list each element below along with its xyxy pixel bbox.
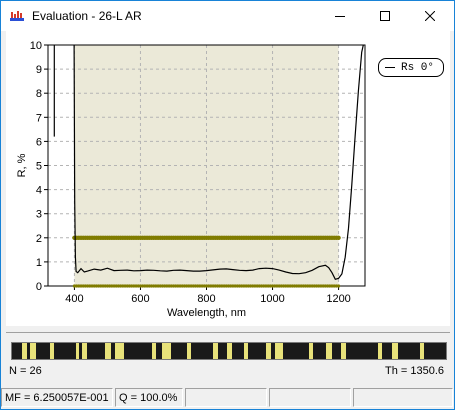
layer-block bbox=[313, 343, 326, 359]
window-title: Evaluation - 26-L AR bbox=[32, 9, 142, 23]
layer-block bbox=[398, 343, 420, 359]
x-tick-label: 600 bbox=[131, 293, 149, 305]
target-marker bbox=[336, 284, 341, 288]
design-structure-panel: N = 26 Th = 1350.6 bbox=[6, 332, 450, 382]
layer-block bbox=[30, 343, 36, 359]
evaluation-window: Evaluation - 26-L AR 400 600 800 1000 1200 0 1… bbox=[0, 0, 455, 410]
layer-block bbox=[346, 343, 378, 359]
status-cell-empty-1 bbox=[185, 388, 267, 407]
layer-block bbox=[27, 343, 30, 359]
x-tick-label: 800 bbox=[197, 293, 215, 305]
layer-block bbox=[191, 343, 213, 359]
layer-block bbox=[420, 343, 424, 359]
app-icon bbox=[9, 9, 25, 23]
target-line-0pct bbox=[72, 284, 341, 288]
layer-block bbox=[392, 343, 398, 359]
layer-block bbox=[115, 343, 124, 359]
layer-block bbox=[332, 343, 341, 359]
layer-block bbox=[87, 343, 105, 359]
layer-block bbox=[162, 343, 171, 359]
status-bar: MF = 6.250057E-001 Q = 100.0% bbox=[1, 388, 454, 409]
layer-block bbox=[111, 343, 115, 359]
layer-block bbox=[22, 343, 27, 359]
y-tick-label: 4 bbox=[36, 185, 42, 197]
y-tick-label: 10 bbox=[30, 40, 42, 52]
layer-block bbox=[244, 343, 248, 359]
layer-block bbox=[152, 343, 156, 359]
layer-block bbox=[213, 343, 218, 359]
layer-count: N = 26 bbox=[9, 365, 42, 377]
x-tick-label: 1200 bbox=[326, 293, 350, 305]
layer-block bbox=[171, 343, 187, 359]
layer-block bbox=[227, 343, 232, 359]
layer-block bbox=[105, 343, 111, 359]
legend-swatch bbox=[385, 67, 395, 68]
layer-block bbox=[309, 343, 313, 359]
layer-block bbox=[124, 343, 152, 359]
minimize-icon bbox=[334, 16, 345, 17]
status-quality: Q = 100.0% bbox=[115, 388, 183, 407]
layer-block bbox=[232, 343, 244, 359]
x-tick-label: 1000 bbox=[260, 293, 284, 305]
y-tick-label: 0 bbox=[36, 281, 42, 293]
layer-block bbox=[326, 343, 332, 359]
layer-block bbox=[54, 343, 76, 359]
layer-block bbox=[82, 343, 87, 359]
reflectance-chart[interactable]: 400 600 800 1000 1200 0 1 2 3 4 5 6 7 8 9 10 Wavelength,… bbox=[6, 31, 450, 326]
target-line-2pct bbox=[72, 235, 341, 240]
title-bar[interactable]: Evaluation - 26-L AR bbox=[1, 1, 454, 31]
legend-label: Rs 0° bbox=[401, 61, 435, 74]
layer-block bbox=[248, 343, 266, 359]
layer-block bbox=[275, 343, 283, 359]
y-tick-label: 5 bbox=[36, 161, 42, 173]
x-tick-label: 400 bbox=[65, 293, 83, 305]
layer-block bbox=[50, 343, 54, 359]
y-tick-label: 7 bbox=[36, 112, 42, 124]
maximize-button[interactable] bbox=[362, 1, 407, 31]
layer-block bbox=[218, 343, 227, 359]
substrate-block bbox=[424, 343, 446, 359]
layer-block bbox=[266, 343, 271, 359]
maximize-icon bbox=[379, 11, 390, 21]
layer-block bbox=[156, 343, 162, 359]
status-merit-function: MF = 6.250057E-001 bbox=[1, 388, 113, 407]
total-thickness: Th = 1350.6 bbox=[384, 365, 444, 377]
y-tick-label: 6 bbox=[36, 136, 42, 148]
layer-block bbox=[382, 343, 392, 359]
y-tick-label: 3 bbox=[36, 209, 42, 221]
y-tick-label: 2 bbox=[36, 233, 42, 245]
status-cell-empty-2 bbox=[269, 388, 351, 407]
target-marker bbox=[336, 235, 341, 240]
y-axis-label: R, % bbox=[16, 153, 28, 177]
close-button[interactable] bbox=[407, 1, 452, 31]
layer-block bbox=[79, 343, 82, 359]
y-tick-label: 8 bbox=[36, 88, 42, 100]
status-cell-empty-3 bbox=[353, 388, 453, 407]
chart-legend[interactable]: Rs 0° bbox=[378, 58, 444, 77]
y-tick-label: 1 bbox=[36, 257, 42, 269]
y-tick-label: 9 bbox=[36, 64, 42, 76]
minimize-button[interactable] bbox=[317, 1, 362, 31]
layer-block bbox=[341, 343, 346, 359]
x-axis-label: Wavelength, nm bbox=[167, 307, 246, 319]
close-icon bbox=[424, 11, 435, 21]
layer-structure-strip[interactable] bbox=[11, 342, 447, 360]
layer-block bbox=[12, 343, 22, 359]
layer-block bbox=[271, 343, 275, 359]
layer-block bbox=[283, 343, 309, 359]
layer-block bbox=[36, 343, 50, 359]
layer-block bbox=[76, 343, 79, 359]
layer-block bbox=[378, 343, 382, 359]
layer-block bbox=[187, 343, 191, 359]
